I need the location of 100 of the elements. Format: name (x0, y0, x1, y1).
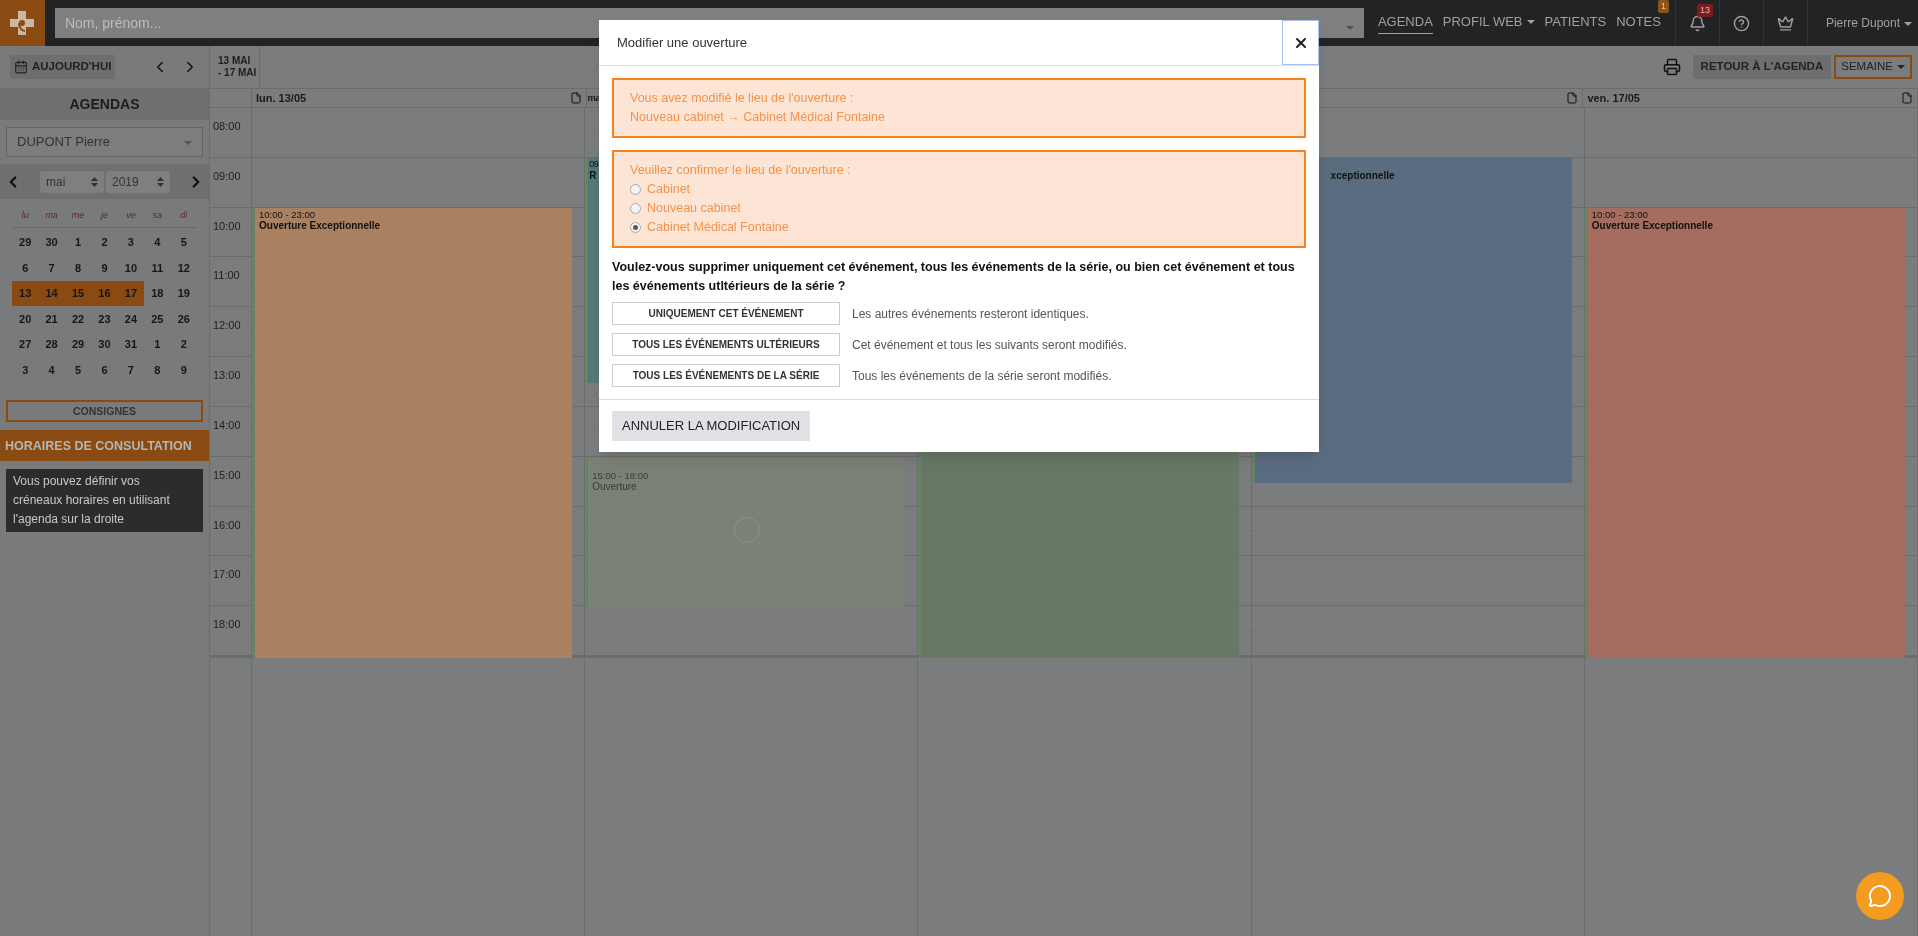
time-label: 09:00 (213, 169, 241, 182)
user-menu[interactable]: Pierre Dupont (1806, 0, 1918, 46)
calendar-day[interactable]: 19 (170, 280, 197, 306)
time-label: 11:00 (213, 269, 240, 282)
notification-badge: 13 (1696, 4, 1713, 17)
back-to-agenda-button[interactable]: RETOUR À L'AGENDA (1692, 55, 1832, 79)
calendar-day[interactable]: 29 (12, 229, 39, 255)
radio-button[interactable] (630, 184, 641, 195)
caret-icon (184, 140, 192, 145)
app-logo[interactable] (0, 0, 45, 46)
calendar-day[interactable]: 5 (170, 229, 197, 255)
calendar-day[interactable]: 22 (64, 306, 92, 332)
event-title: Ouverture Exceptionnelle (259, 220, 381, 232)
event-time: 15:00 - 18:00 (592, 470, 649, 481)
calendar-day[interactable]: 23 (91, 306, 118, 332)
today-button[interactable]: AUJOURD'HUI (10, 55, 116, 79)
calendar-day[interactable]: 13 (12, 280, 39, 306)
caret-icon (1897, 65, 1905, 70)
year-select[interactable]: 2019 (106, 170, 170, 193)
radio-button[interactable] (630, 222, 641, 233)
calendar-day[interactable]: 4 (144, 229, 171, 255)
choice-description: Tous les événements de la série seront modifiés. (852, 367, 1112, 385)
agendas-header: AGENDAS (0, 88, 209, 120)
time-label: 08:00 (213, 120, 241, 132)
date-range: 13 MAI - 17 MAI (210, 46, 260, 88)
modal-title: Modifier une ouverture (616, 33, 748, 52)
weekday-label: sa (151, 209, 164, 222)
nav-link[interactable]: PROFIL WEB (1442, 11, 1535, 35)
document-icon[interactable] (1566, 92, 1579, 104)
calendar-day[interactable]: 6 (12, 255, 39, 281)
calendar-day[interactable]: 2 (91, 229, 118, 255)
calendar-day[interactable]: 2 (170, 331, 197, 357)
calendar-day[interactable]: 9 (170, 357, 197, 383)
document-icon[interactable] (1900, 92, 1913, 104)
month-select[interactable]: mai (40, 170, 104, 193)
nav-link[interactable]: AGENDA (1377, 11, 1433, 35)
calendar-day[interactable]: 17 (117, 280, 145, 306)
instructions-button[interactable]: CONSIGNES (6, 400, 203, 423)
calendar-day[interactable]: 18 (144, 280, 171, 306)
time-label: 17:00 (213, 568, 241, 581)
calendar-day[interactable]: 29 (64, 331, 92, 357)
calendar-day[interactable]: 21 (38, 306, 65, 332)
calendar-day[interactable]: 9 (91, 255, 118, 281)
calendar-day[interactable]: 4 (38, 357, 65, 383)
calendar-day[interactable]: 16 (91, 280, 118, 306)
calendar-day[interactable]: 26 (170, 306, 197, 332)
calendar-day[interactable]: 1 (64, 229, 92, 255)
calendar-day[interactable]: 15 (64, 280, 92, 306)
calendar-day[interactable]: 1 (144, 331, 171, 357)
section-header: HORAIRES DE CONSULTATION (0, 430, 209, 462)
calendar-day[interactable]: 5 (64, 357, 92, 383)
choice-button[interactable]: TOUS LES ÉVÉNEMENTS ULTÉRIEURS (612, 333, 840, 356)
weekday-label: ve (125, 209, 137, 222)
print-icon[interactable] (1662, 58, 1681, 76)
event-time: 09 (589, 159, 599, 170)
time-label: 15:00 (213, 468, 241, 481)
bell-icon (1688, 14, 1706, 32)
calendar-day[interactable]: 8 (144, 357, 171, 383)
calendar-day[interactable]: 7 (117, 357, 145, 383)
calendar-day[interactable]: 3 (117, 229, 145, 255)
choice-description: Cet événement et tous les suivants seront modifiés. (852, 336, 1127, 354)
calendar-day[interactable]: 11 (144, 255, 171, 281)
event-title: xceptionnelle (1330, 170, 1395, 182)
calendar-event[interactable]: 10:00 - 23:00 Ouverture Exceptionnelle (253, 208, 573, 658)
nav-link[interactable]: NOTES (1616, 11, 1661, 35)
crown-icon (1776, 14, 1794, 32)
calendar-day[interactable]: 30 (38, 229, 65, 255)
calendar-event[interactable]: 15:00 - 18:00 Ouverture (586, 458, 906, 608)
agenda-select[interactable]: DUPONT Pierre (6, 127, 203, 157)
calendar-day[interactable]: 27 (12, 331, 39, 357)
weekday-label: me (70, 209, 86, 222)
chat-button[interactable] (1856, 872, 1904, 920)
calendar-day[interactable]: 20 (12, 306, 39, 332)
close-button[interactable] (1282, 20, 1319, 65)
calendar-day[interactable]: 6 (91, 357, 118, 383)
cancel-button[interactable]: ANNULER LA MODIFICATION (612, 411, 811, 441)
calendar-day[interactable]: 3 (12, 357, 39, 383)
event-time: 10:00 - 23:00 (259, 209, 315, 220)
document-icon[interactable] (569, 92, 582, 104)
day-header: lun. 13/05 (256, 90, 307, 106)
calendar-day[interactable]: 31 (117, 331, 145, 357)
calendar-day[interactable]: 28 (38, 331, 65, 357)
radio-button[interactable] (630, 203, 641, 214)
calendar-day[interactable]: 7 (38, 255, 65, 281)
calendar-day[interactable]: 10 (117, 255, 145, 281)
calendar-day[interactable]: 12 (170, 255, 197, 281)
calendar-day[interactable]: 14 (38, 280, 65, 306)
view-select[interactable]: SEMAINE (1834, 55, 1912, 79)
calendar-day[interactable]: 8 (64, 255, 92, 281)
nav-link[interactable]: PATIENTS (1544, 11, 1607, 35)
chat-icon (1868, 884, 1892, 908)
calendar-event[interactable]: 10:00 - 23:00 Ouverture Exceptionnelle (1585, 208, 1905, 658)
time-label: 12:00 (213, 319, 241, 332)
info-text: Vous pouvez définir vos créneaux horaires en utilisant l'agenda sur la droite (6, 469, 203, 533)
choice-button[interactable]: TOUS LES ÉVÉNEMENTS DE LA SÉRIE (612, 364, 840, 387)
calendar-day[interactable]: 24 (117, 306, 145, 332)
choice-description: Les autres événements resteront identiques. (852, 305, 1089, 323)
choice-button[interactable]: UNIQUEMENT CET ÉVÉNEMENT (612, 302, 840, 325)
calendar-day[interactable]: 25 (144, 306, 171, 332)
calendar-day[interactable]: 30 (91, 331, 118, 357)
